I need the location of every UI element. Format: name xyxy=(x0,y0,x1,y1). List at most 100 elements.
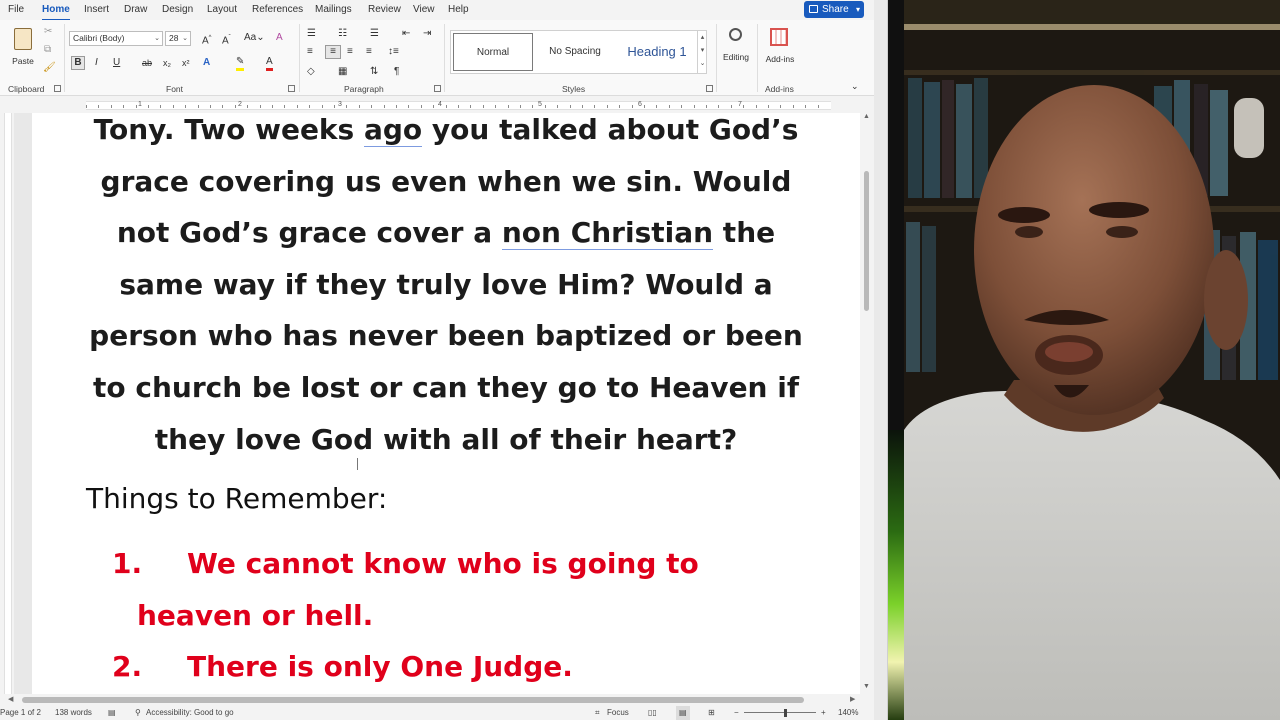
add-ins-button[interactable]: Add-ins xyxy=(760,26,800,66)
show-formatting-icon[interactable]: ¶ xyxy=(394,66,399,78)
style-normal[interactable]: Normal xyxy=(453,33,533,71)
word-count[interactable]: 138 words xyxy=(55,706,92,720)
justify-icon[interactable]: ≡ xyxy=(366,46,372,58)
question-line: person who has never been baptized or be… xyxy=(76,319,816,352)
vertical-scroll-thumb[interactable] xyxy=(864,171,869,311)
read-mode-icon[interactable]: ▯▯ xyxy=(648,706,657,720)
tab-layout[interactable]: Layout xyxy=(207,4,237,18)
add-ins-label: Add-ins xyxy=(765,54,795,64)
shading-icon[interactable]: ◇ xyxy=(307,66,315,78)
style-no-spacing[interactable]: No Spacing xyxy=(535,33,615,71)
share-button[interactable]: Share ▾ xyxy=(804,1,864,18)
accessibility-status[interactable]: Accessibility: Good to go xyxy=(146,706,234,720)
grow-font-icon[interactable]: A^ xyxy=(202,32,212,47)
copy-icon[interactable]: ⧉ xyxy=(44,44,51,56)
tab-help[interactable]: Help xyxy=(448,4,469,18)
multilevel-list-icon[interactable]: ☰ xyxy=(370,28,379,40)
superscript-icon[interactable]: x² xyxy=(182,57,190,69)
ruler-tick xyxy=(805,105,807,108)
font-color-icon[interactable]: A xyxy=(266,56,273,71)
question-text: to church be lost or can they go to Heav… xyxy=(92,371,800,404)
scroll-down-icon[interactable]: ▼ xyxy=(863,683,870,690)
clipboard-launcher[interactable] xyxy=(54,85,61,92)
focus-button[interactable]: Focus xyxy=(607,706,629,720)
bullets-icon[interactable]: ☰ xyxy=(307,28,316,40)
tab-design[interactable]: Design xyxy=(162,4,193,18)
ruler-number: 1 xyxy=(138,101,142,108)
zoom-in-icon[interactable]: + xyxy=(821,706,826,720)
scroll-up-icon[interactable]: ▲ xyxy=(863,113,870,120)
borders-icon[interactable]: ▦ xyxy=(338,66,347,78)
tab-draw[interactable]: Draw xyxy=(124,4,147,18)
tab-home[interactable]: Home xyxy=(42,4,70,21)
proofing-icon[interactable]: ▤ xyxy=(108,706,116,720)
question-line: Tony. Two weeks ago you talked about God… xyxy=(76,113,816,147)
ruler-tick xyxy=(210,105,211,108)
scroll-right-icon[interactable]: ▶ xyxy=(850,695,855,703)
grammar-flag[interactable]: ago xyxy=(363,113,423,147)
strikethrough-icon[interactable]: ab xyxy=(142,57,152,69)
paragraph-launcher[interactable] xyxy=(434,85,441,92)
highlight-icon[interactable]: ✎ xyxy=(236,56,245,71)
tab-mailings[interactable]: Mailings xyxy=(315,4,352,18)
word-window: File Home Insert Draw Design Layout References… xyxy=(0,0,874,720)
collapse-ribbon-icon[interactable]: ⌄ xyxy=(851,80,859,92)
document-area[interactable]: Tony. Two weeks ago you talked about God… xyxy=(14,113,860,695)
change-case-icon[interactable]: Aa⌄ xyxy=(244,32,265,44)
page-count[interactable]: Page 1 of 2 xyxy=(0,706,41,720)
web-layout-icon[interactable]: ⊞ xyxy=(708,706,715,720)
editing-button[interactable]: Editing xyxy=(718,26,754,66)
tab-references[interactable]: References xyxy=(252,4,303,18)
question-text: same way if they truly love Him? Would a xyxy=(119,268,773,301)
bold-icon[interactable]: B xyxy=(71,56,85,70)
question-text: person who has never been baptized or be… xyxy=(89,319,803,352)
format-painter-icon[interactable]: 🖌 xyxy=(43,62,56,74)
underline-icon[interactable]: U xyxy=(113,57,120,69)
zoom-slider[interactable] xyxy=(744,712,816,713)
print-layout-icon[interactable]: ▤ xyxy=(676,706,690,720)
styles-scroll[interactable]: ▴ ▾ ⌄ xyxy=(697,31,707,73)
line-spacing-icon[interactable]: ↕≡ xyxy=(388,46,399,58)
tab-view[interactable]: View xyxy=(413,4,435,18)
question-text: not God’s grace cover a xyxy=(116,216,502,249)
ruler-tick xyxy=(148,105,149,108)
italic-icon[interactable]: I xyxy=(95,57,98,69)
cut-icon[interactable]: ✂ xyxy=(44,26,52,38)
zoom-level[interactable]: 140% xyxy=(838,706,858,720)
tab-file[interactable]: File xyxy=(8,4,24,18)
font-size-combo[interactable]: 28 ⌄ xyxy=(165,31,191,46)
font-name-combo[interactable]: Calibri (Body) ⌄ xyxy=(69,31,163,46)
webcam-feed xyxy=(904,0,1280,720)
sort-icon[interactable]: ⇅ xyxy=(370,66,378,78)
align-right-icon[interactable]: ≡ xyxy=(347,46,353,58)
paste-button[interactable]: Paste xyxy=(8,24,38,72)
chevron-down-icon[interactable]: ▾ xyxy=(856,1,860,18)
ruler-tick xyxy=(470,105,472,108)
shrink-font-icon[interactable]: Aˇ xyxy=(222,32,231,47)
document-page[interactable]: Tony. Two weeks ago you talked about God… xyxy=(32,113,860,695)
horizontal-scrollbar[interactable]: ◀ ▶ xyxy=(0,694,874,706)
list-item-continuation: heaven or hell. xyxy=(137,599,374,632)
align-left-icon[interactable]: ≡ xyxy=(307,46,313,58)
ruler-tick xyxy=(544,105,546,108)
decrease-indent-icon[interactable]: ⇤ xyxy=(402,28,410,40)
tab-insert[interactable]: Insert xyxy=(84,4,109,18)
styles-launcher[interactable] xyxy=(706,85,713,92)
increase-indent-icon[interactable]: ⇥ xyxy=(423,28,431,40)
subscript-icon[interactable]: x₂ xyxy=(163,57,171,69)
zoom-out-icon[interactable]: − xyxy=(734,706,739,720)
grammar-flag[interactable]: non Christian xyxy=(501,216,714,250)
style-heading-1[interactable]: Heading 1 xyxy=(617,33,697,71)
numbering-icon[interactable]: ☷ xyxy=(338,28,347,40)
clear-formatting-icon[interactable]: A xyxy=(276,32,283,44)
zoom-slider-thumb[interactable] xyxy=(784,709,787,717)
horizontal-scroll-thumb[interactable] xyxy=(22,697,804,703)
text-effects-icon[interactable]: A xyxy=(203,57,210,69)
font-launcher[interactable] xyxy=(288,85,295,92)
vertical-scrollbar[interactable]: ▲ ▼ xyxy=(860,113,874,695)
align-center-icon[interactable]: ≡ xyxy=(325,45,341,59)
question-line: same way if they truly love Him? Would a xyxy=(76,268,816,301)
ruler-tick xyxy=(780,105,782,108)
scroll-left-icon[interactable]: ◀ xyxy=(8,695,13,703)
tab-review[interactable]: Review xyxy=(368,4,401,18)
